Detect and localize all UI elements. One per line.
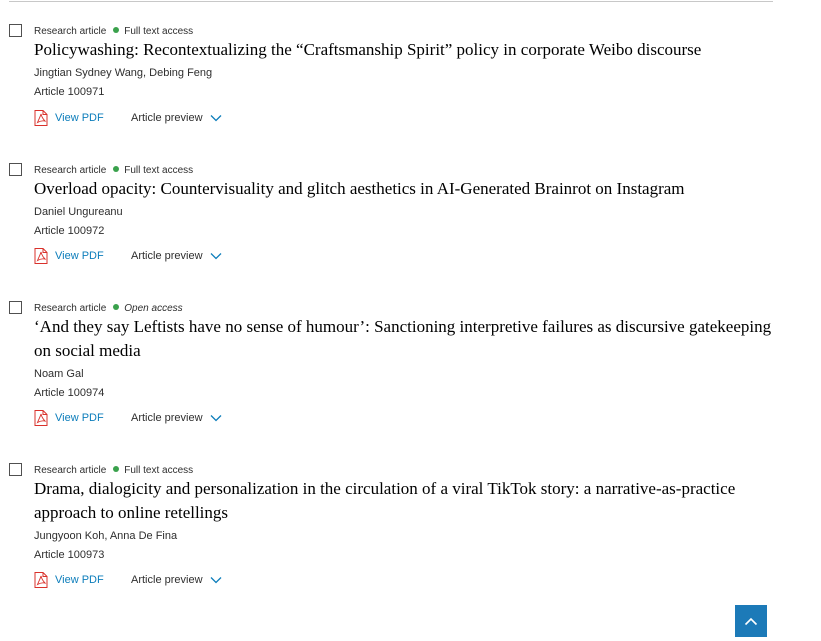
- pdf-icon: [34, 248, 48, 264]
- article-authors: Noam Gal: [34, 368, 84, 380]
- access-label: Full text access: [124, 165, 194, 176]
- access-label: Full text access: [124, 26, 194, 37]
- article-title[interactable]: Policywashing: Recontextualizing the “Cr…: [34, 38, 774, 62]
- article-title[interactable]: ‘And they say Leftists have no sense of …: [34, 315, 774, 363]
- view-pdf-label: View PDF: [55, 412, 104, 424]
- article-title[interactable]: Drama, dialogicity and personalization i…: [34, 477, 774, 525]
- article-preview-label: Article preview: [131, 112, 203, 124]
- article-meta: Research article Full text access: [34, 465, 193, 477]
- chevron-down-icon: [210, 415, 221, 422]
- article-preview-toggle[interactable]: Article preview: [131, 248, 222, 264]
- article-authors: Daniel Ungureanu: [34, 206, 123, 218]
- article-type: Research article: [34, 26, 107, 37]
- chevron-down-icon: [210, 115, 221, 122]
- back-to-top-button[interactable]: [735, 605, 767, 637]
- access-label: Full text access: [124, 465, 194, 476]
- article-number: Article 100972: [34, 225, 105, 237]
- select-article-checkbox[interactable]: [9, 463, 22, 476]
- article-meta: Research article Full text access: [34, 165, 193, 177]
- pdf-icon: [34, 572, 48, 588]
- view-pdf-link[interactable]: View PDF: [34, 410, 104, 426]
- access-dot-icon: [113, 466, 120, 472]
- article-type: Research article: [34, 465, 107, 476]
- article-number: Article 100971: [34, 86, 105, 98]
- select-article-checkbox[interactable]: [9, 163, 22, 176]
- article-meta: Research article Full text access: [34, 26, 193, 38]
- article-preview-toggle[interactable]: Article preview: [131, 410, 222, 426]
- view-pdf-label: View PDF: [55, 250, 104, 262]
- article-authors: Jingtian Sydney Wang, Debing Feng: [34, 67, 213, 79]
- article-meta: Research article Open access: [34, 303, 183, 315]
- article-preview-label: Article preview: [131, 412, 203, 424]
- pdf-icon: [34, 110, 48, 126]
- article-number: Article 100974: [34, 387, 105, 399]
- article-type: Research article: [34, 303, 107, 314]
- access-label: Open access: [124, 303, 183, 314]
- pdf-icon: [34, 410, 48, 426]
- article-type: Research article: [34, 165, 107, 176]
- select-article-checkbox[interactable]: [9, 24, 22, 37]
- article-preview-toggle[interactable]: Article preview: [131, 572, 222, 588]
- view-pdf-label: View PDF: [55, 574, 104, 586]
- view-pdf-link[interactable]: View PDF: [34, 248, 104, 264]
- access-dot-icon: [113, 166, 120, 172]
- access-dot-icon: [113, 304, 120, 310]
- article-preview-label: Article preview: [131, 250, 203, 262]
- arrow-up-icon: [744, 617, 758, 625]
- article-authors: Jungyoon Koh, Anna De Fina: [34, 530, 178, 542]
- view-pdf-link[interactable]: View PDF: [34, 110, 104, 126]
- chevron-down-icon: [210, 253, 221, 260]
- select-article-checkbox[interactable]: [9, 301, 22, 314]
- top-divider: [9, 1, 773, 2]
- article-title[interactable]: Overload opacity: Countervisuality and g…: [34, 177, 774, 201]
- article-preview-toggle[interactable]: Article preview: [131, 110, 222, 126]
- article-number: Article 100973: [34, 549, 105, 561]
- view-pdf-link[interactable]: View PDF: [34, 572, 104, 588]
- view-pdf-label: View PDF: [55, 112, 104, 124]
- chevron-down-icon: [210, 577, 221, 584]
- article-preview-label: Article preview: [131, 574, 203, 586]
- access-dot-icon: [113, 27, 120, 33]
